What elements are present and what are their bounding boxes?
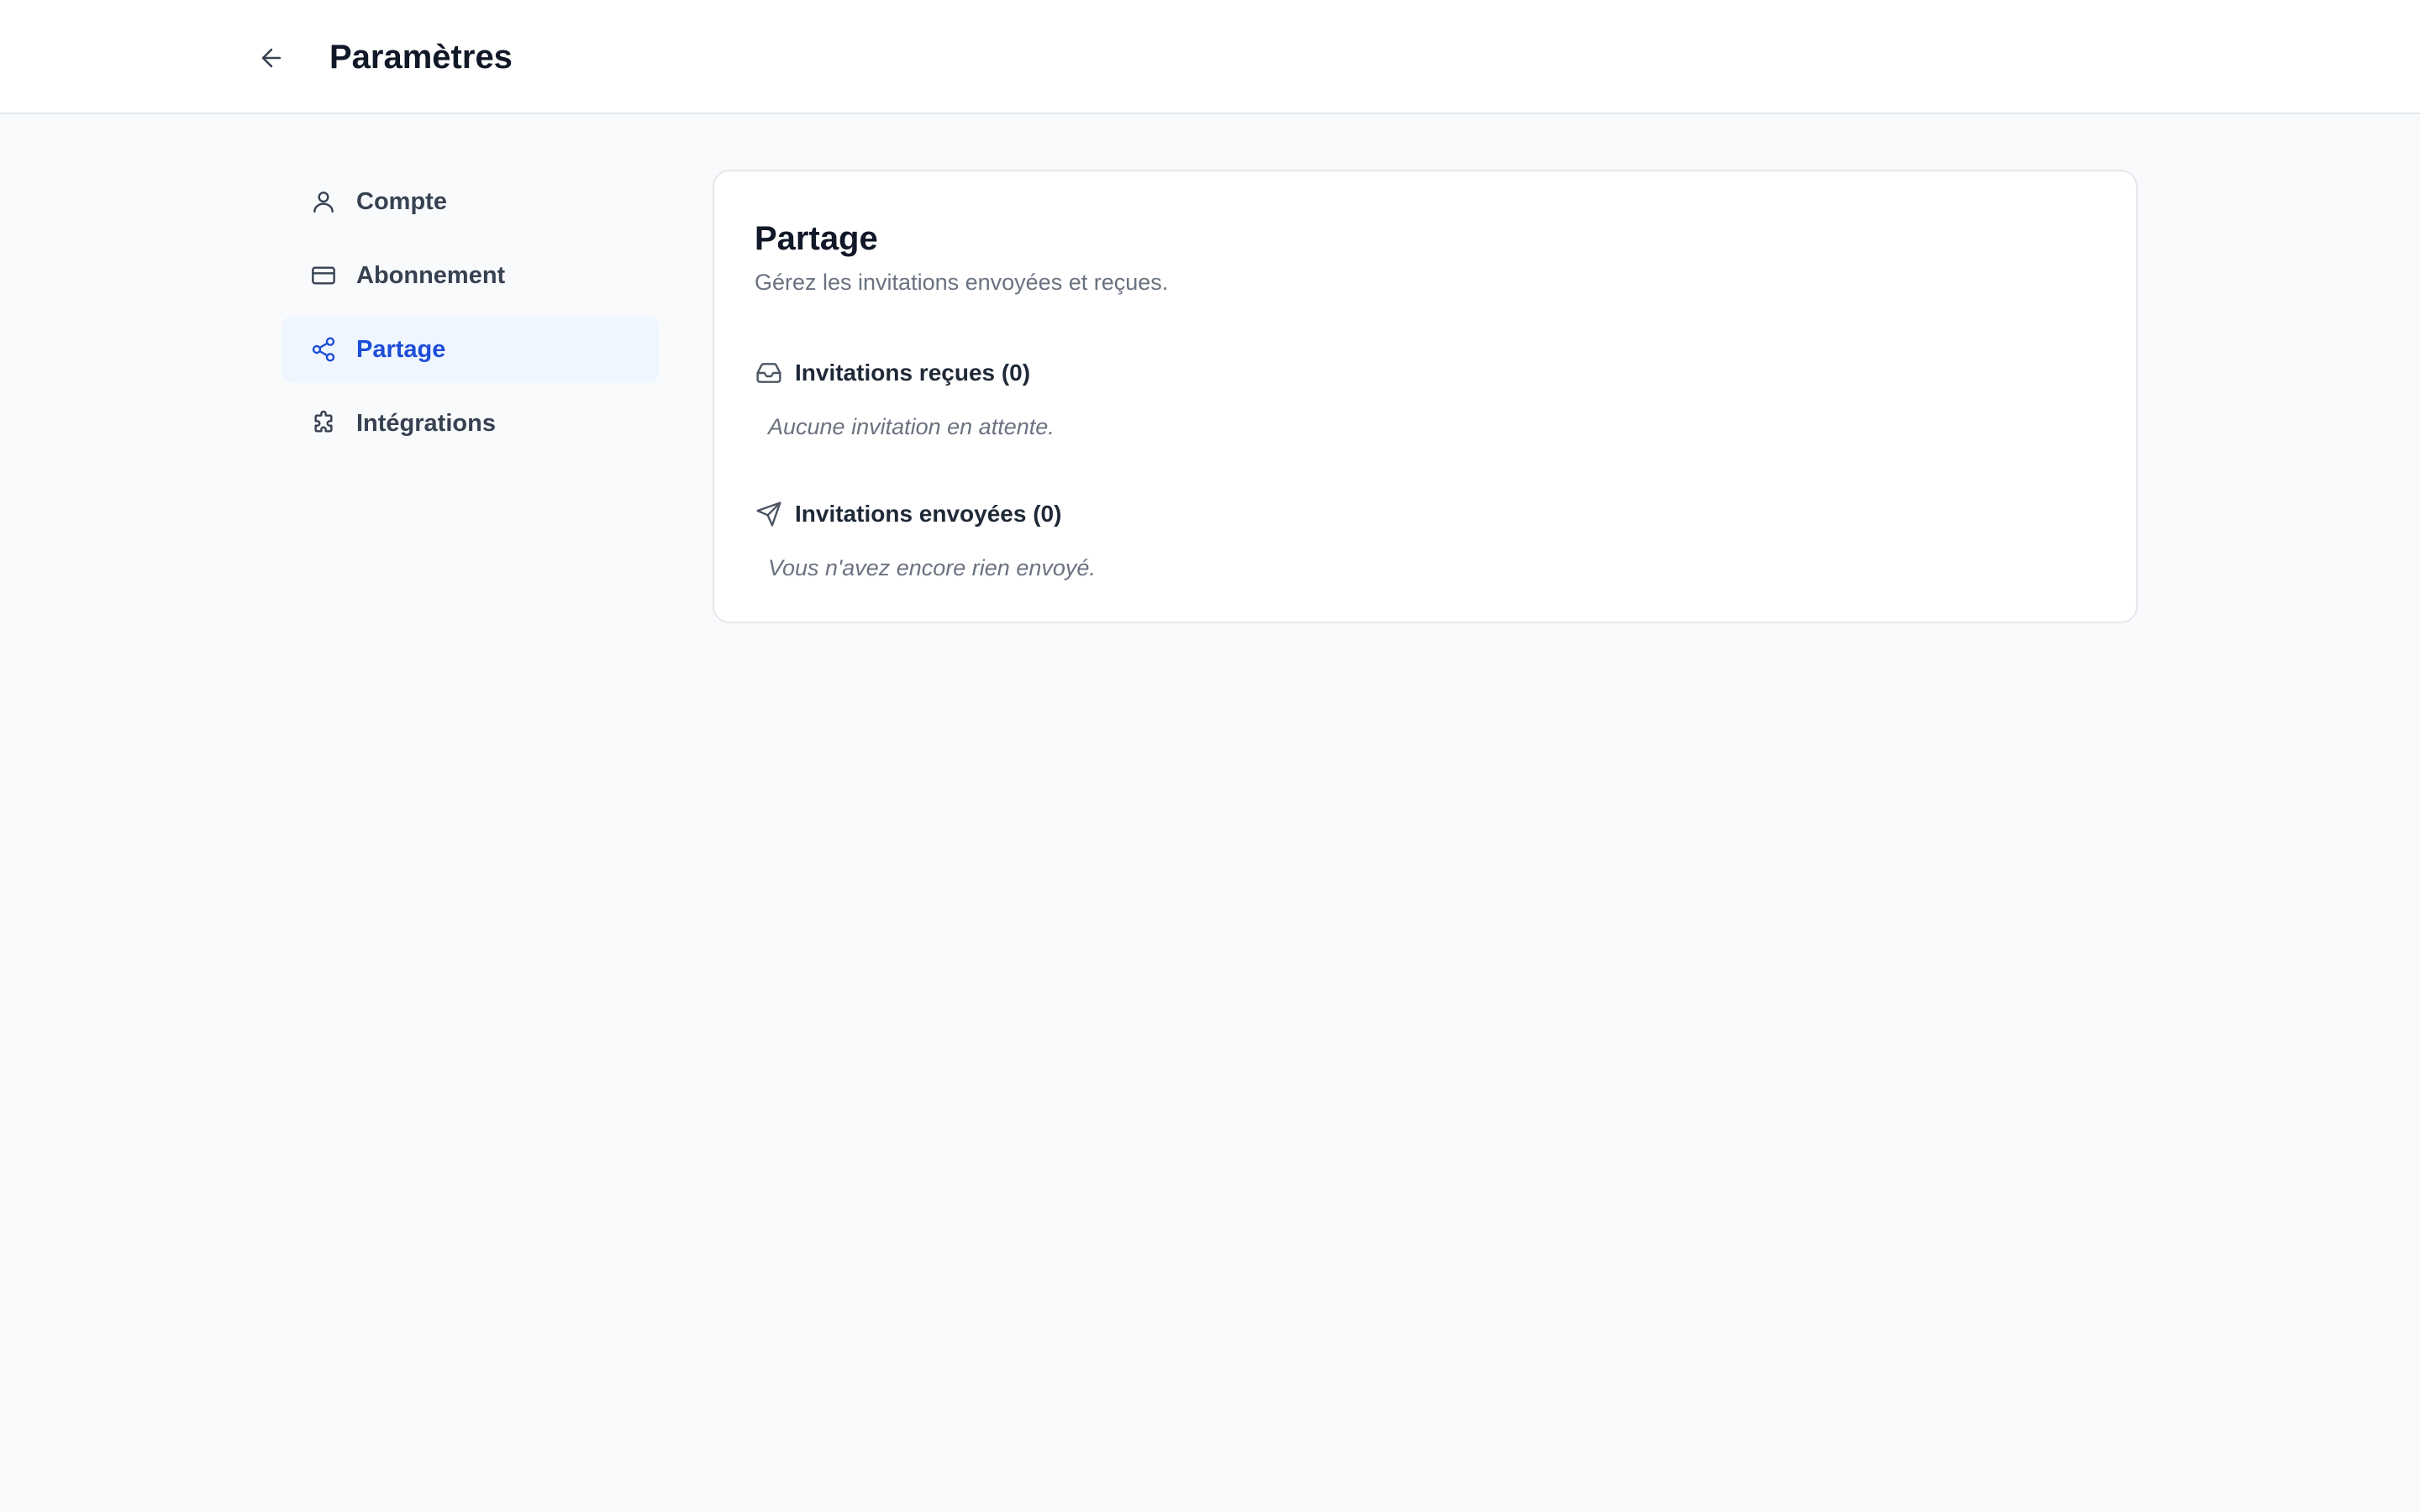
sidebar-item-partage[interactable]: Partage xyxy=(282,316,659,383)
inbox-icon xyxy=(755,359,783,387)
sent-invitations-empty: Vous n'avez encore rien envoyé. xyxy=(768,555,1096,580)
back-button[interactable] xyxy=(250,37,292,79)
sent-invitations-section: Invitations envoyées (0) Vous n'avez enc… xyxy=(755,497,2065,585)
sidebar-item-compte[interactable]: Compte xyxy=(282,168,659,235)
page-title: Paramètres xyxy=(329,39,513,76)
sent-invitations-title: Invitations envoyées (0) xyxy=(795,501,1062,527)
panel-subtitle: Gérez les invitations envoyées et reçues… xyxy=(755,270,1169,295)
sidebar-item-label: Partage xyxy=(356,336,446,363)
sharing-panel: Partage Gérez les invitations envoyées e… xyxy=(713,170,2138,623)
received-invitations-empty: Aucune invitation en attente. xyxy=(768,414,1055,439)
credit-card-icon xyxy=(309,261,338,290)
share-icon xyxy=(309,335,338,364)
received-invitations-section: Invitations reçues (0) Aucune invitation… xyxy=(755,356,2065,444)
arrow-left-icon xyxy=(261,48,281,68)
panel-title: Partage xyxy=(755,220,878,257)
sidebar-item-label: Intégrations xyxy=(356,410,496,437)
user-icon xyxy=(309,187,338,216)
sidebar-item-abonnement[interactable]: Abonnement xyxy=(282,242,659,309)
sidebar-item-label: Abonnement xyxy=(356,262,506,289)
send-icon xyxy=(755,500,783,528)
received-invitations-title: Invitations reçues (0) xyxy=(795,360,1031,386)
top-bar: Paramètres xyxy=(0,0,2420,114)
puzzle-icon xyxy=(309,409,338,438)
sidebar-item-integrations[interactable]: Intégrations xyxy=(282,390,659,457)
settings-sidebar: Compte Abonnement Partage Intégrations xyxy=(282,168,659,464)
sidebar-item-label: Compte xyxy=(356,188,447,215)
